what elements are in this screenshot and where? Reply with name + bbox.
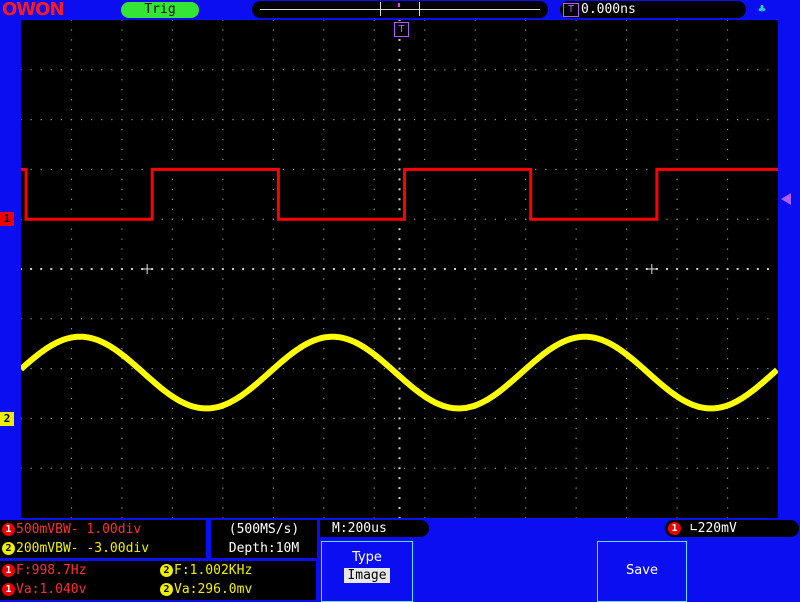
trigger-position-value: 0.000ns xyxy=(581,2,636,17)
ch2-measure-badge: 2 xyxy=(160,564,173,577)
rising-edge-icon: ∟ xyxy=(689,521,698,536)
trigger-level-arrow-icon[interactable] xyxy=(781,193,791,205)
ch2-measure-badge: 2 xyxy=(160,583,173,596)
trigger-level-readout: 1 ∟220mV xyxy=(665,520,799,537)
ch2-average-value: Va:296.0mv xyxy=(174,582,253,597)
ch1-frequency-value: F:998.7Hz xyxy=(16,563,87,578)
waveform-graticule xyxy=(21,20,778,518)
channel-info-panel: 1 500mVBW- 1.00div 2 200mVBW- -3.00div xyxy=(0,520,206,558)
ch1-info: 1 500mVBW- 1.00div xyxy=(0,520,206,539)
graticule-grid xyxy=(21,20,769,518)
ch2-average-measure: 2 Va:296.0mv xyxy=(160,580,252,599)
type-softkey-value: Image xyxy=(344,568,390,583)
ch1-offset-marker[interactable]: 1 xyxy=(0,212,14,226)
ch2-info: 2 200mVBW- -3.00div xyxy=(0,539,206,558)
owon-logo: OWON xyxy=(2,0,65,20)
ch2-badge: 2 xyxy=(2,542,15,555)
memory-depth: Depth:10M xyxy=(228,541,300,556)
trigger-level-value: 220mV xyxy=(697,521,737,536)
waveform-display xyxy=(21,20,778,518)
memory-trigger-tick xyxy=(398,3,400,7)
ch1-square-waveform xyxy=(21,167,778,221)
ch1-average-value: Va:1.040v xyxy=(16,582,87,597)
ch2-offset-marker[interactable]: 2 xyxy=(0,412,14,426)
ch1-average-measure: 1 Va:1.040v xyxy=(2,580,86,599)
ch1-measure-badge: 1 xyxy=(2,583,15,596)
ch1-badge: 1 xyxy=(2,523,15,536)
trigger-time-marker[interactable]: T xyxy=(394,22,409,37)
measurement-panel: 1 F:998.7Hz 1 Va:1.040v 2 F:1.002KHz 2 Va:29… xyxy=(0,561,316,600)
trigger-status-badge: Trig xyxy=(121,2,199,18)
memory-window xyxy=(380,2,420,16)
sample-rate: (500MS/s) xyxy=(228,522,300,537)
acquisition-info-panel: (500MS/s) Depth:10M xyxy=(211,520,317,558)
memory-position-bar[interactable] xyxy=(252,1,548,18)
type-softkey[interactable]: Type Image xyxy=(321,541,413,602)
ch2-frequency-measure: 2 F:1.002KHz xyxy=(160,561,252,580)
ch2-scale: 200mVBW- -3.00div xyxy=(16,541,150,556)
type-softkey-label: Type xyxy=(352,550,382,565)
ch1-frequency-measure: 1 F:998.7Hz xyxy=(2,561,86,580)
trigger-position-icon: T xyxy=(563,2,579,17)
top-status-bar: OWON Trig T 0.000ns ♣ xyxy=(0,0,800,20)
ch2-frequency-value: F:1.002KHz xyxy=(174,563,253,578)
usb-icon: ♣ xyxy=(758,2,766,16)
trigger-source-badge: 1 xyxy=(668,522,681,535)
trigger-position-readout: T 0.000ns xyxy=(560,1,746,18)
timebase-readout: M:200us xyxy=(320,520,429,537)
save-softkey[interactable]: Save xyxy=(597,541,687,602)
ch1-scale: 500mVBW- 1.00div xyxy=(16,522,142,537)
ch1-measure-badge: 1 xyxy=(2,564,15,577)
